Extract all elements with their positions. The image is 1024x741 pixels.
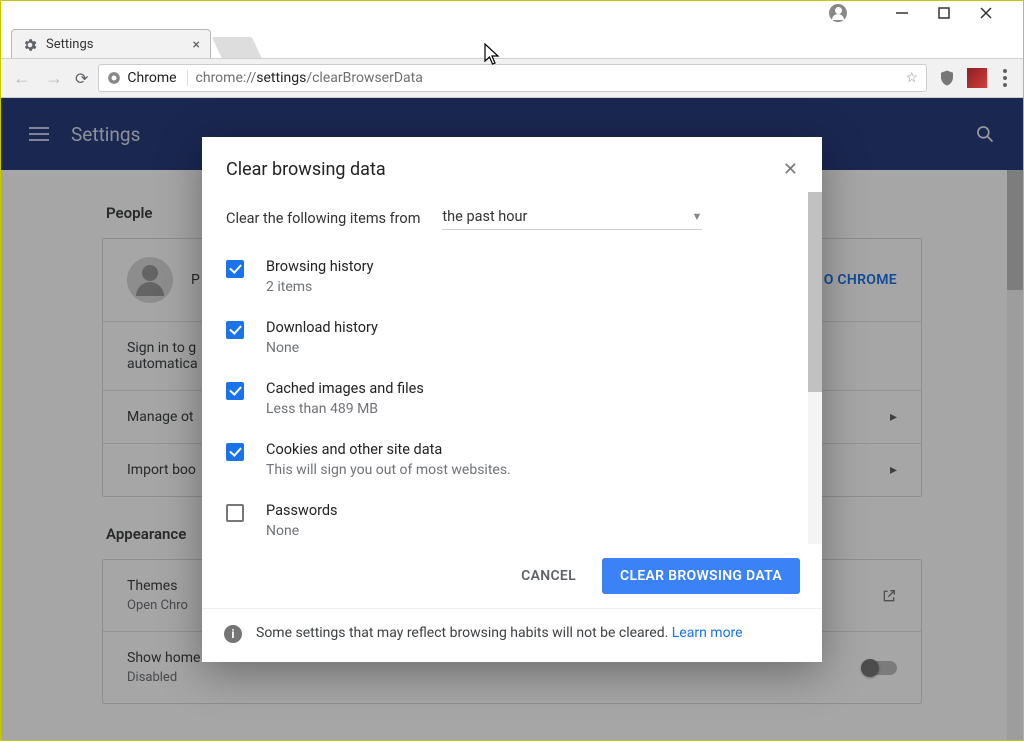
dialog-actions: CANCEL CLEAR BROWSING DATA bbox=[202, 544, 822, 608]
checkbox-download-history[interactable] bbox=[226, 321, 244, 339]
clear-browsing-data-dialog: Clear browsing data ✕ Clear the followin… bbox=[202, 137, 822, 662]
window-titlebar bbox=[1, 1, 1023, 25]
checkbox-cached-images[interactable] bbox=[226, 382, 244, 400]
time-range-row: Clear the following items from the past … bbox=[226, 206, 794, 230]
item-cached-images: Cached images and filesLess than 489 MB bbox=[226, 370, 794, 431]
forward-button[interactable]: → bbox=[43, 68, 65, 89]
profile-icon[interactable] bbox=[829, 4, 847, 22]
checkbox-browsing-history[interactable] bbox=[226, 260, 244, 278]
new-tab-button[interactable] bbox=[212, 37, 262, 59]
ublock-icon[interactable] bbox=[937, 68, 957, 88]
learn-more-link[interactable]: Learn more bbox=[672, 625, 743, 641]
chevron-down-icon: ▼ bbox=[692, 210, 703, 223]
gear-icon bbox=[22, 37, 38, 53]
reload-button[interactable]: ⟳ bbox=[75, 69, 88, 88]
address-bar[interactable]: Chrome chrome://settings/clearBrowserDat… bbox=[98, 64, 927, 92]
chrome-icon bbox=[107, 71, 121, 85]
window-minimize-button[interactable] bbox=[895, 6, 909, 20]
item-download-history: Download historyNone bbox=[226, 309, 794, 370]
dialog-footer: i Some settings that may reflect browsin… bbox=[202, 608, 822, 662]
dialog-header: Clear browsing data ✕ bbox=[202, 137, 822, 192]
extension-icon[interactable] bbox=[967, 68, 987, 88]
dialog-scrollbar[interactable] bbox=[808, 192, 822, 544]
dialog-close-button[interactable]: ✕ bbox=[783, 159, 798, 180]
site-info-chip[interactable]: Chrome bbox=[107, 70, 187, 86]
url-text: chrome://settings/clearBrowserData bbox=[196, 70, 423, 86]
window-maximize-button[interactable] bbox=[937, 6, 951, 20]
browser-toolbar: ← → ⟳ Chrome chrome://settings/clearBrow… bbox=[1, 58, 1023, 98]
tab-strip: Settings × bbox=[11, 25, 1023, 59]
browser-menu-button[interactable] bbox=[997, 69, 1013, 87]
cancel-button[interactable]: CANCEL bbox=[515, 558, 582, 594]
back-button[interactable]: ← bbox=[11, 68, 33, 89]
checkbox-passwords[interactable] bbox=[226, 504, 244, 522]
window-close-button[interactable] bbox=[979, 6, 993, 20]
item-browsing-history: Browsing history2 items bbox=[226, 248, 794, 309]
bookmark-star-icon[interactable]: ☆ bbox=[905, 70, 918, 86]
info-icon: i bbox=[224, 625, 242, 643]
item-passwords: PasswordsNone bbox=[226, 492, 794, 544]
checkbox-cookies[interactable] bbox=[226, 443, 244, 461]
clear-data-button[interactable]: CLEAR BROWSING DATA bbox=[602, 558, 800, 594]
tab-settings[interactable]: Settings × bbox=[11, 29, 211, 59]
tab-close-button[interactable]: × bbox=[193, 37, 200, 53]
item-cookies: Cookies and other site dataThis will sig… bbox=[226, 431, 794, 492]
dialog-title: Clear browsing data bbox=[226, 159, 386, 180]
dialog-scrollbar-thumb[interactable] bbox=[808, 192, 822, 392]
time-range-select[interactable]: the past hour ▼ bbox=[442, 206, 702, 230]
tab-title: Settings bbox=[46, 37, 93, 52]
dialog-body: Clear the following items from the past … bbox=[202, 192, 822, 544]
time-range-label: Clear the following items from bbox=[226, 210, 420, 227]
